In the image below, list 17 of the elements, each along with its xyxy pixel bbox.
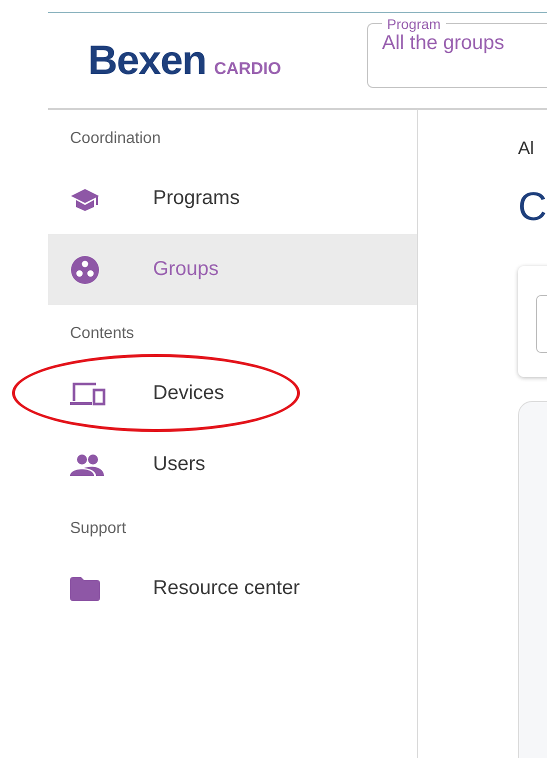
- logo-name: Bexen: [88, 37, 206, 84]
- sidebar-item[interactable]: Users: [48, 429, 417, 500]
- users-icon: [70, 454, 104, 476]
- logo-product-name: CARDIO: [214, 59, 282, 79]
- folder-icon: [70, 576, 100, 600]
- section-heading: Support: [69, 519, 128, 539]
- sidebar-item[interactable]: Devices: [48, 358, 417, 429]
- group-icon: [70, 254, 100, 284]
- devices-icon: [70, 380, 106, 406]
- sidebar-item[interactable]: Groups: [48, 234, 417, 305]
- section-heading: Coordination: [69, 129, 162, 149]
- graduation-cap-icon: [70, 186, 100, 210]
- page-heading: C: [518, 187, 547, 227]
- breadcrumb: Al: [518, 138, 536, 159]
- sidebar-item[interactable]: Resource center: [48, 553, 417, 624]
- section-heading: Contents: [69, 324, 136, 344]
- sidebar-item[interactable]: Programs: [48, 163, 417, 234]
